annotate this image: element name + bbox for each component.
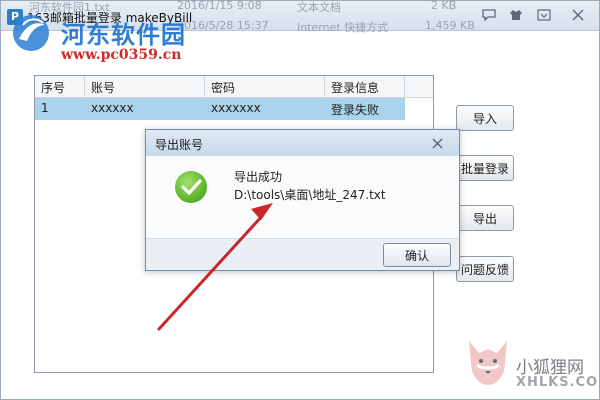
- export-button[interactable]: 导出: [456, 205, 514, 231]
- dialog-close-icon[interactable]: [428, 134, 446, 152]
- background-size-1: 2 KB: [431, 0, 457, 12]
- dialog-message: 导出成功: [234, 170, 283, 184]
- close-icon[interactable]: [568, 6, 588, 24]
- column-header-password[interactable]: 密码: [205, 76, 325, 97]
- site-logo-icon: [13, 15, 49, 51]
- shirt-icon[interactable]: [506, 6, 526, 24]
- fox-logo-icon: [469, 341, 507, 385]
- site-name: 河东软件园: [61, 20, 186, 49]
- background-type-2: Internet 快捷方式: [297, 21, 389, 34]
- export-dialog: 导出账号 导出成功 D:\tools\桌面\地址_247.txt 确认: [145, 129, 460, 271]
- cell-login-info: 登录失败: [331, 103, 380, 117]
- success-check-icon: [175, 171, 207, 203]
- table-row[interactable]: 1 xxxxxx xxxxxxx 登录失败: [35, 98, 405, 120]
- site-url: www.pc0359.cn: [61, 47, 182, 63]
- cell-password: xxxxxxx: [211, 101, 261, 115]
- table-header: 序号 账号 密码 登录信息: [35, 76, 433, 98]
- column-header-login-info[interactable]: 登录信息: [325, 76, 405, 97]
- column-header-index[interactable]: 序号: [35, 76, 85, 97]
- dialog-footer: 确认: [146, 238, 459, 270]
- cell-account: xxxxxx: [91, 101, 134, 115]
- import-button[interactable]: 导入: [456, 105, 514, 131]
- background-size-2: 1,459 KB: [425, 19, 475, 32]
- background-type-1: 文本文档: [297, 1, 341, 14]
- column-header-filler: [405, 76, 433, 97]
- column-header-account[interactable]: 账号: [85, 76, 205, 97]
- chat-icon[interactable]: [479, 6, 499, 24]
- confirm-button[interactable]: 确认: [383, 243, 451, 267]
- dialog-file-path: D:\tools\桌面\地址_247.txt: [234, 188, 386, 202]
- footer-watermark-url: XHLKS.COM: [516, 375, 600, 390]
- app-window: 河东软件园1.txt 2016/1/15 9:08 文本文档 2 KB 2016…: [0, 0, 600, 400]
- minimize-icon[interactable]: [534, 6, 554, 24]
- dialog-title: 导出账号: [155, 138, 204, 152]
- feedback-button[interactable]: 问题反馈: [456, 256, 514, 282]
- batch-login-button[interactable]: 批量登录: [456, 155, 514, 181]
- dialog-title-bar: 导出账号: [146, 130, 459, 156]
- cell-index: 1: [41, 101, 49, 115]
